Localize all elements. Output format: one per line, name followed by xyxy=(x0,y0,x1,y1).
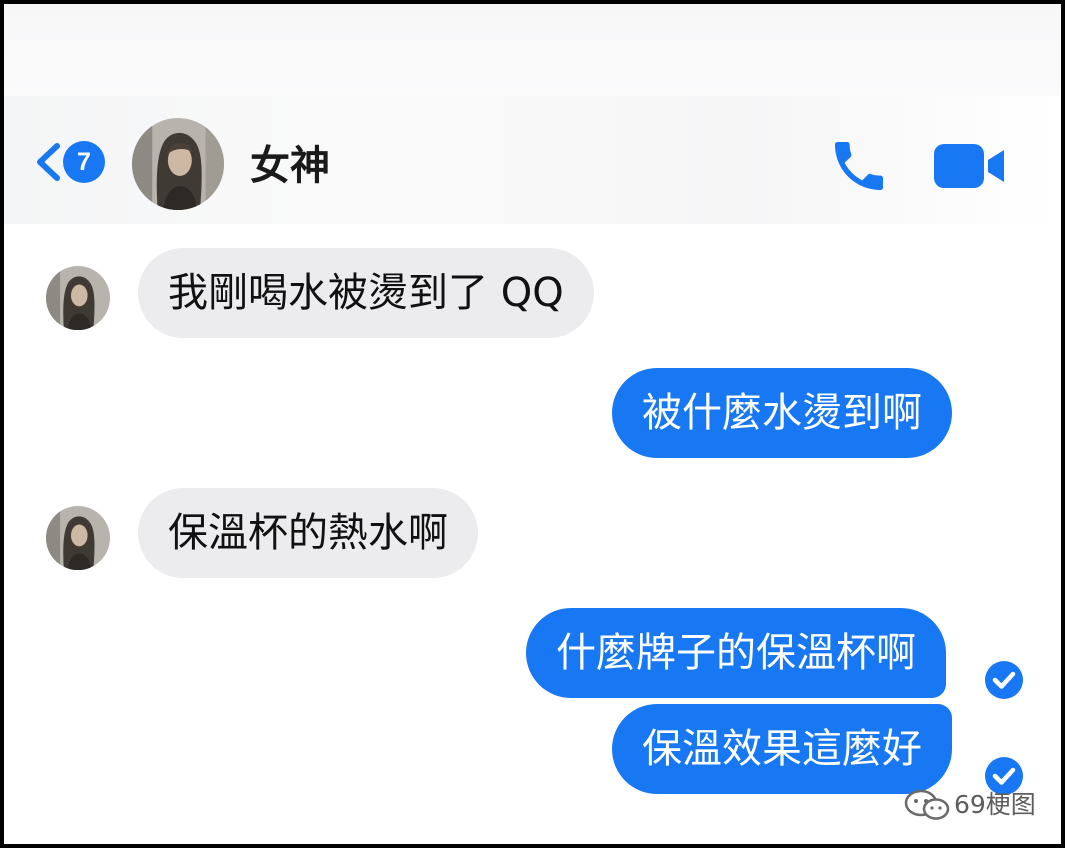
message-bubble-outgoing[interactable]: 保溫效果這麼好 xyxy=(612,704,952,794)
chat-header: 7 女神 xyxy=(4,96,1061,224)
watermark-text: 69梗图 xyxy=(954,790,1036,819)
phone-icon xyxy=(835,142,883,190)
message-bubble-outgoing[interactable]: 被什麼水燙到啊 xyxy=(612,368,952,458)
audio-call-button[interactable] xyxy=(826,134,892,198)
message-text: 保溫效果這麼好 xyxy=(642,726,922,772)
wechat-icon xyxy=(904,789,950,820)
contact-avatar[interactable] xyxy=(132,118,224,210)
chevron-left-icon xyxy=(37,143,60,181)
status-bar-area xyxy=(4,4,1061,96)
read-receipt-check-icon xyxy=(985,661,1023,699)
contact-photo xyxy=(132,118,224,210)
chat-screen: 7 女神 我剛喝水被燙到了 QQ 被什麼水燙到啊 保溫杯的熱水啊 什麼牌子的保溫… xyxy=(0,0,1065,848)
message-text: 什麼牌子的保溫杯啊 xyxy=(556,630,916,676)
video-camera-icon xyxy=(934,144,1004,188)
message-bubble-incoming[interactable]: 我剛喝水被燙到了 QQ xyxy=(138,248,594,338)
message-text: 被什麼水燙到啊 xyxy=(642,390,922,436)
contact-name: 女神 xyxy=(250,143,330,189)
watermark: 69梗图 xyxy=(904,787,1044,823)
contact-avatar-small xyxy=(46,266,110,330)
message-bubble-incoming[interactable]: 保溫杯的熱水啊 xyxy=(138,488,478,578)
contact-photo xyxy=(46,266,110,330)
message-text: 我剛喝水被燙到了 QQ xyxy=(168,270,564,316)
unread-count-badge: 7 xyxy=(63,141,105,183)
video-call-button[interactable] xyxy=(932,140,1006,192)
contact-photo xyxy=(46,506,110,570)
message-text: 保溫杯的熱水啊 xyxy=(168,510,448,556)
back-button[interactable]: 7 xyxy=(30,137,110,187)
contact-avatar-small xyxy=(46,506,110,570)
message-bubble-outgoing[interactable]: 什麼牌子的保溫杯啊 xyxy=(526,608,946,698)
